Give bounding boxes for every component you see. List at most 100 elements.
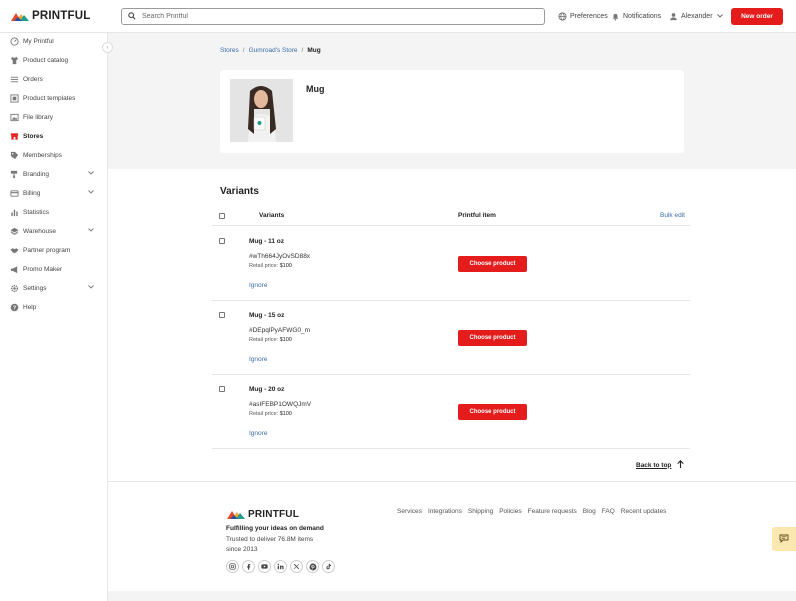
- sidebar-item-label: Billing: [23, 189, 41, 197]
- user-menu[interactable]: Alexander: [669, 12, 723, 21]
- footer-link-recent-updates[interactable]: Recent updates: [621, 508, 667, 515]
- footer-trusted-text: Trusted to deliver 76.8M items since 201…: [226, 536, 314, 553]
- sidebar-item-statistics[interactable]: Statistics: [0, 204, 107, 220]
- printful-logo[interactable]: PRINTFUL: [11, 10, 90, 22]
- footer-logo-text: PRINTFUL: [248, 509, 300, 520]
- footer-link-shipping[interactable]: Shipping: [468, 508, 493, 515]
- footer-link-integrations[interactable]: Integrations: [428, 508, 462, 515]
- variant-id: #wTh664JyOvSD88x: [249, 253, 311, 260]
- feedback-button[interactable]: [772, 527, 796, 551]
- facebook-icon[interactable]: [242, 560, 255, 573]
- variant-checkbox[interactable]: [219, 312, 225, 318]
- social-links: [226, 560, 335, 573]
- breadcrumb-store[interactable]: Gumroad's Store: [249, 47, 298, 54]
- chevron-down-icon: [716, 13, 723, 20]
- list-icon: [10, 75, 19, 84]
- sidebar-item-label: My Printful: [23, 37, 54, 45]
- search-icon: [128, 11, 136, 22]
- sidebar-item-label: Warehouse: [23, 227, 56, 235]
- retail-price-label: Retail price:: [249, 337, 279, 343]
- variant-retail-price: Retail price: $100: [249, 411, 292, 417]
- sidebar-item-warehouse[interactable]: Warehouse: [0, 223, 107, 239]
- footer-link-faq[interactable]: FAQ: [602, 508, 615, 515]
- footer-link-feature-requests[interactable]: Feature requests: [528, 508, 577, 515]
- footer-link-services[interactable]: Services: [397, 508, 422, 515]
- preferences-label: Preferences: [570, 13, 608, 20]
- retail-price-label: Retail price:: [249, 411, 279, 417]
- sidebar-item-billing[interactable]: Billing: [0, 185, 107, 201]
- printful-logo-icon: [227, 511, 245, 519]
- table-row: Mug - 11 oz #wTh664JyOvSD88x Retail pric…: [212, 227, 690, 301]
- main-content: Stores / Gumroad's Store / Mug Mug Varia…: [108, 33, 796, 601]
- arrow-up-icon: [677, 460, 685, 470]
- sidebar-item-my-printful[interactable]: My Printful: [0, 33, 107, 49]
- sidebar-item-label: Memberships: [23, 151, 63, 159]
- sidebar-item-help[interactable]: ? Help: [0, 299, 107, 315]
- linkedin-icon[interactable]: [274, 560, 287, 573]
- warehouse-icon: [10, 227, 19, 236]
- notifications-link[interactable]: Notifications: [611, 12, 661, 21]
- bulk-edit-link[interactable]: Bulk edit: [660, 212, 685, 219]
- choose-product-button[interactable]: Choose product: [458, 256, 527, 272]
- footer-tagline: Fulfilling your ideas on demand: [226, 525, 324, 532]
- breadcrumb-current: Mug: [307, 47, 321, 54]
- sidebar-collapse-button[interactable]: ‹: [102, 42, 113, 53]
- breadcrumb-separator: /: [242, 47, 245, 54]
- image-icon: [10, 113, 19, 122]
- footer-link-blog[interactable]: Blog: [583, 508, 596, 515]
- bell-icon: [611, 12, 620, 21]
- search-input[interactable]: [142, 13, 522, 20]
- dashboard-icon: [10, 36, 19, 46]
- bar-chart-icon: [10, 208, 19, 217]
- table-row: Mug - 15 oz #DEpqlPyAFWG0_m Retail price…: [212, 301, 690, 375]
- sidebar-item-label: Settings: [23, 284, 47, 292]
- sidebar-item-stores[interactable]: Stores: [0, 128, 107, 144]
- ignore-link[interactable]: Ignore: [249, 356, 267, 363]
- sidebar-item-promo-maker[interactable]: Promo Maker: [0, 261, 107, 277]
- choose-product-button[interactable]: Choose product: [458, 404, 527, 420]
- sidebar-item-product-catalog[interactable]: Product catalog: [0, 52, 107, 68]
- sidebar-item-orders[interactable]: Orders: [0, 71, 107, 87]
- sidebar-item-settings[interactable]: Settings: [0, 280, 107, 296]
- sidebar-item-label: Product catalog: [23, 56, 69, 64]
- footer-logo[interactable]: PRINTFUL: [227, 509, 299, 520]
- variant-retail-price: Retail price: $100: [249, 337, 292, 343]
- preferences-link[interactable]: Preferences: [558, 12, 608, 21]
- sidebar-item-branding[interactable]: Branding: [0, 166, 107, 182]
- ignore-link[interactable]: Ignore: [249, 430, 267, 437]
- variant-checkbox[interactable]: [219, 386, 225, 392]
- sidebar-item-memberships[interactable]: Memberships: [0, 147, 107, 163]
- ignore-link[interactable]: Ignore: [249, 282, 267, 289]
- credit-card-icon: [10, 189, 19, 198]
- tiktok-icon[interactable]: [322, 560, 335, 573]
- variant-checkbox[interactable]: [219, 238, 225, 244]
- paint-icon: [10, 170, 19, 179]
- instagram-icon[interactable]: [226, 560, 239, 573]
- col-printful-item: Printful item: [458, 212, 496, 219]
- logo-text: PRINTFUL: [32, 10, 91, 22]
- footer: PRINTFUL Fulfilling your ideas on demand…: [108, 481, 796, 601]
- sidebar-item-partner-program[interactable]: Partner program: [0, 242, 107, 258]
- breadcrumb: Stores / Gumroad's Store / Mug: [220, 47, 321, 54]
- new-order-button[interactable]: New order: [731, 8, 783, 25]
- youtube-icon[interactable]: [258, 560, 271, 573]
- select-all-checkbox[interactable]: [219, 213, 225, 219]
- breadcrumb-stores[interactable]: Stores: [220, 47, 239, 54]
- footer-link-policies[interactable]: Policies: [499, 508, 521, 515]
- sidebar: My Printful Product catalog Orders Produ…: [0, 33, 108, 601]
- product-image: [230, 79, 293, 142]
- variant-name: Mug - 15 oz: [249, 312, 285, 319]
- sidebar-item-label: Stores: [23, 132, 44, 140]
- top-bar: PRINTFUL Preferences Notifications Alexa…: [0, 0, 796, 33]
- pinterest-icon[interactable]: [306, 560, 319, 573]
- tshirt-icon: [10, 56, 19, 65]
- chevron-down-icon: [88, 284, 94, 291]
- footer-bottom-strip: [108, 591, 796, 601]
- search-bar[interactable]: [121, 8, 545, 25]
- sidebar-item-file-library[interactable]: File library: [0, 109, 107, 125]
- back-to-top-link[interactable]: Back to top: [636, 460, 685, 470]
- table-row: Mug - 20 oz #asIFEBP1OWQJmVi Retail pric…: [212, 375, 690, 449]
- choose-product-button[interactable]: Choose product: [458, 330, 527, 346]
- x-icon[interactable]: [290, 560, 303, 573]
- sidebar-item-product-templates[interactable]: Product templates: [0, 90, 107, 106]
